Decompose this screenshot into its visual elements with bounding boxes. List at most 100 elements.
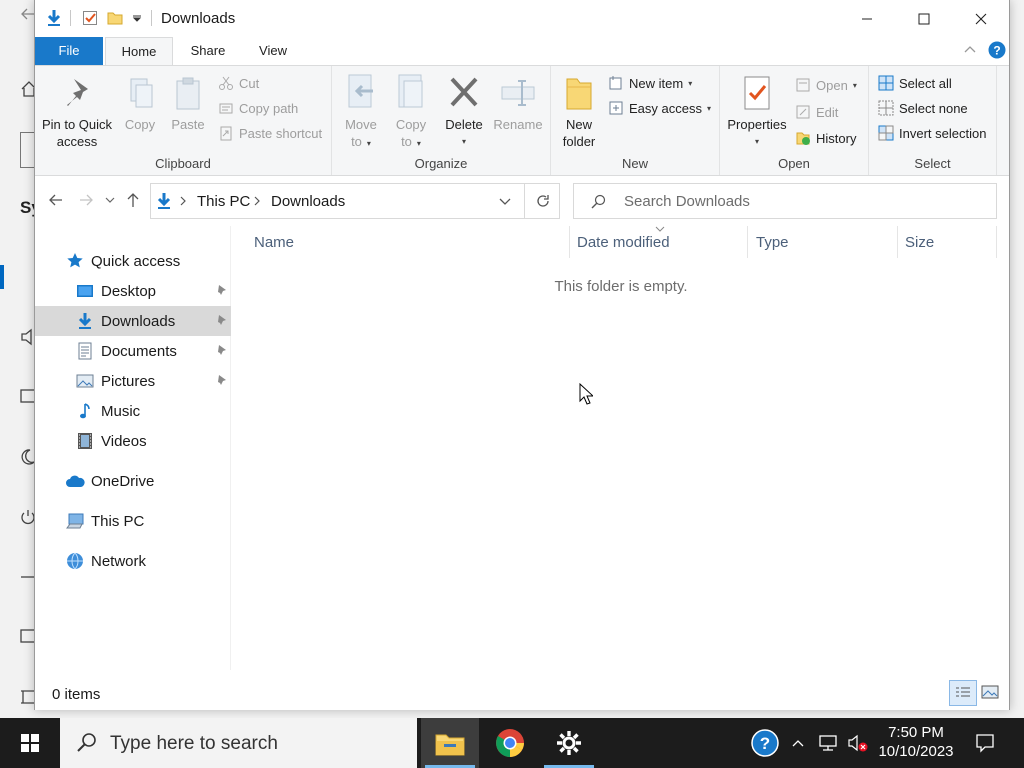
new-item-button[interactable]: New item ▾ — [607, 72, 692, 94]
open-button[interactable]: Open ▾ — [794, 74, 857, 96]
start-button[interactable] — [0, 718, 60, 768]
tab-view[interactable]: View — [241, 37, 305, 65]
invert-selection-button[interactable]: Invert selection — [877, 122, 986, 144]
address-bar: This PC Downloads Search Downloads — [35, 176, 1009, 224]
address-input[interactable]: This PC Downloads — [150, 183, 560, 219]
column-separator[interactable] — [996, 226, 997, 258]
pin-icon[interactable] — [215, 374, 227, 386]
search-box[interactable]: Search Downloads — [573, 183, 997, 219]
pin-icon[interactable] — [215, 344, 227, 356]
cut-button[interactable]: Cut — [217, 72, 259, 94]
volume-muted-icon[interactable] — [846, 718, 870, 768]
tab-share[interactable]: Share — [177, 37, 239, 65]
clock-time: 7:50 PM — [888, 724, 944, 741]
rename-label: Rename — [493, 117, 543, 132]
pin-icon[interactable] — [215, 284, 227, 296]
refresh-button[interactable] — [524, 183, 561, 219]
tab-file[interactable]: File — [35, 37, 103, 65]
edit-button[interactable]: Edit — [794, 101, 838, 123]
paste-button[interactable]: Paste — [167, 72, 209, 133]
move-to-label-1: Move — [345, 117, 377, 132]
help-icon[interactable]: ? — [988, 41, 1006, 59]
minimize-button[interactable] — [838, 0, 896, 37]
breadcrumb-chevron-icon[interactable] — [253, 195, 261, 207]
history-button[interactable]: History — [794, 127, 856, 149]
select-all-button[interactable]: Select all — [877, 72, 952, 94]
new-folder-button[interactable]: New folder — [557, 72, 601, 150]
recent-locations-button[interactable] — [100, 190, 120, 210]
properties-quick-icon[interactable] — [80, 8, 100, 28]
select-none-icon — [877, 99, 895, 117]
organize-group: Move to ▾ Copy to ▾ Delete ▾ Rename Orga… — [332, 66, 551, 175]
nav-network[interactable]: Network — [35, 546, 231, 576]
move-to-label-2: to ▾ — [351, 134, 371, 149]
paste-shortcut-button[interactable]: Paste shortcut — [217, 122, 322, 144]
show-hidden-icons-button[interactable] — [788, 718, 808, 768]
up-button[interactable] — [123, 190, 143, 210]
customize-toolbar-icon[interactable] — [127, 8, 147, 28]
select-none-button[interactable]: Select none — [877, 97, 968, 119]
onedrive-cloud-icon — [65, 471, 85, 491]
large-icons-view-button[interactable] — [981, 684, 999, 700]
help-tray-icon[interactable]: ? — [748, 718, 782, 768]
properties-button[interactable]: Properties ▾ — [724, 72, 790, 150]
copy-to-button[interactable]: Copy to ▾ — [388, 72, 434, 152]
taskbar-settings[interactable] — [540, 718, 598, 768]
breadcrumb-this-pc[interactable]: This PC — [197, 193, 250, 210]
close-button[interactable] — [952, 0, 1010, 37]
column-header-size[interactable]: Size — [905, 234, 934, 251]
nav-music[interactable]: Music — [35, 396, 231, 426]
taskbar-search-box[interactable]: Type here to search — [60, 718, 417, 768]
taskbar-file-explorer[interactable] — [421, 718, 479, 768]
minimize-ribbon-icon[interactable] — [964, 44, 976, 54]
column-header-date-modified[interactable]: Date modified — [577, 234, 670, 251]
nav-videos[interactable]: Videos — [35, 426, 231, 456]
nav-desktop[interactable]: Desktop — [35, 276, 231, 306]
clock-date: 10/10/2023 — [878, 743, 954, 760]
nav-this-pc[interactable]: This PC — [35, 506, 231, 536]
invert-selection-label: Invert selection — [899, 125, 987, 141]
system-clock[interactable]: 7:50 PM 10/10/2023 — [872, 723, 960, 761]
downloads-icon — [75, 311, 95, 331]
new-item-label: New item — [629, 75, 684, 91]
edit-icon — [794, 103, 812, 121]
column-header-type[interactable]: Type — [756, 234, 789, 251]
nav-documents[interactable]: Documents — [35, 336, 231, 366]
pin-to-quick-access-button[interactable]: Pin to Quick access — [39, 72, 115, 150]
copy-path-button[interactable]: Copy path — [217, 97, 298, 119]
breadcrumb-chevron-icon[interactable] — [179, 195, 187, 207]
pin-icon[interactable] — [215, 314, 227, 326]
nav-pictures[interactable]: Pictures — [35, 366, 231, 396]
taskbar-chrome[interactable] — [481, 718, 539, 768]
downloads-icon[interactable] — [44, 8, 64, 28]
breadcrumb-downloads[interactable]: Downloads — [271, 193, 345, 210]
column-separator[interactable] — [747, 226, 748, 258]
item-count: 0 items — [52, 686, 101, 703]
new-folder-quick-icon[interactable] — [105, 8, 125, 28]
refresh-icon — [537, 195, 549, 207]
address-dropdown-icon[interactable] — [499, 197, 511, 207]
column-header-name[interactable]: Name — [254, 234, 294, 251]
nav-downloads[interactable]: Downloads — [35, 306, 231, 336]
nav-quick-access[interactable]: Quick access — [35, 246, 231, 276]
star-icon — [65, 251, 85, 271]
copy-button[interactable]: Copy — [119, 72, 161, 133]
properties-label: Properties — [727, 117, 787, 132]
taskbar: Type here to search ? 7:50 PM 10/10/2023 — [0, 718, 1024, 768]
network-tray-icon[interactable] — [816, 718, 840, 768]
tab-home[interactable]: Home — [105, 37, 173, 66]
search-input[interactable]: Search Downloads — [624, 193, 750, 210]
move-to-button[interactable]: Move to ▾ — [338, 72, 384, 152]
column-separator[interactable] — [569, 226, 570, 258]
maximize-button[interactable] — [895, 0, 953, 37]
forward-button[interactable] — [76, 190, 96, 210]
rename-button[interactable]: Rename — [490, 72, 546, 133]
details-view-button[interactable] — [949, 680, 977, 706]
column-separator[interactable] — [897, 226, 898, 258]
easy-access-button[interactable]: Easy access ▾ — [607, 97, 711, 119]
back-button[interactable] — [46, 190, 66, 210]
taskbar-search-input[interactable]: Type here to search — [110, 733, 278, 755]
delete-button[interactable]: Delete ▾ — [440, 72, 488, 150]
action-center-button[interactable] — [968, 718, 1002, 768]
nav-onedrive[interactable]: OneDrive — [35, 466, 231, 496]
